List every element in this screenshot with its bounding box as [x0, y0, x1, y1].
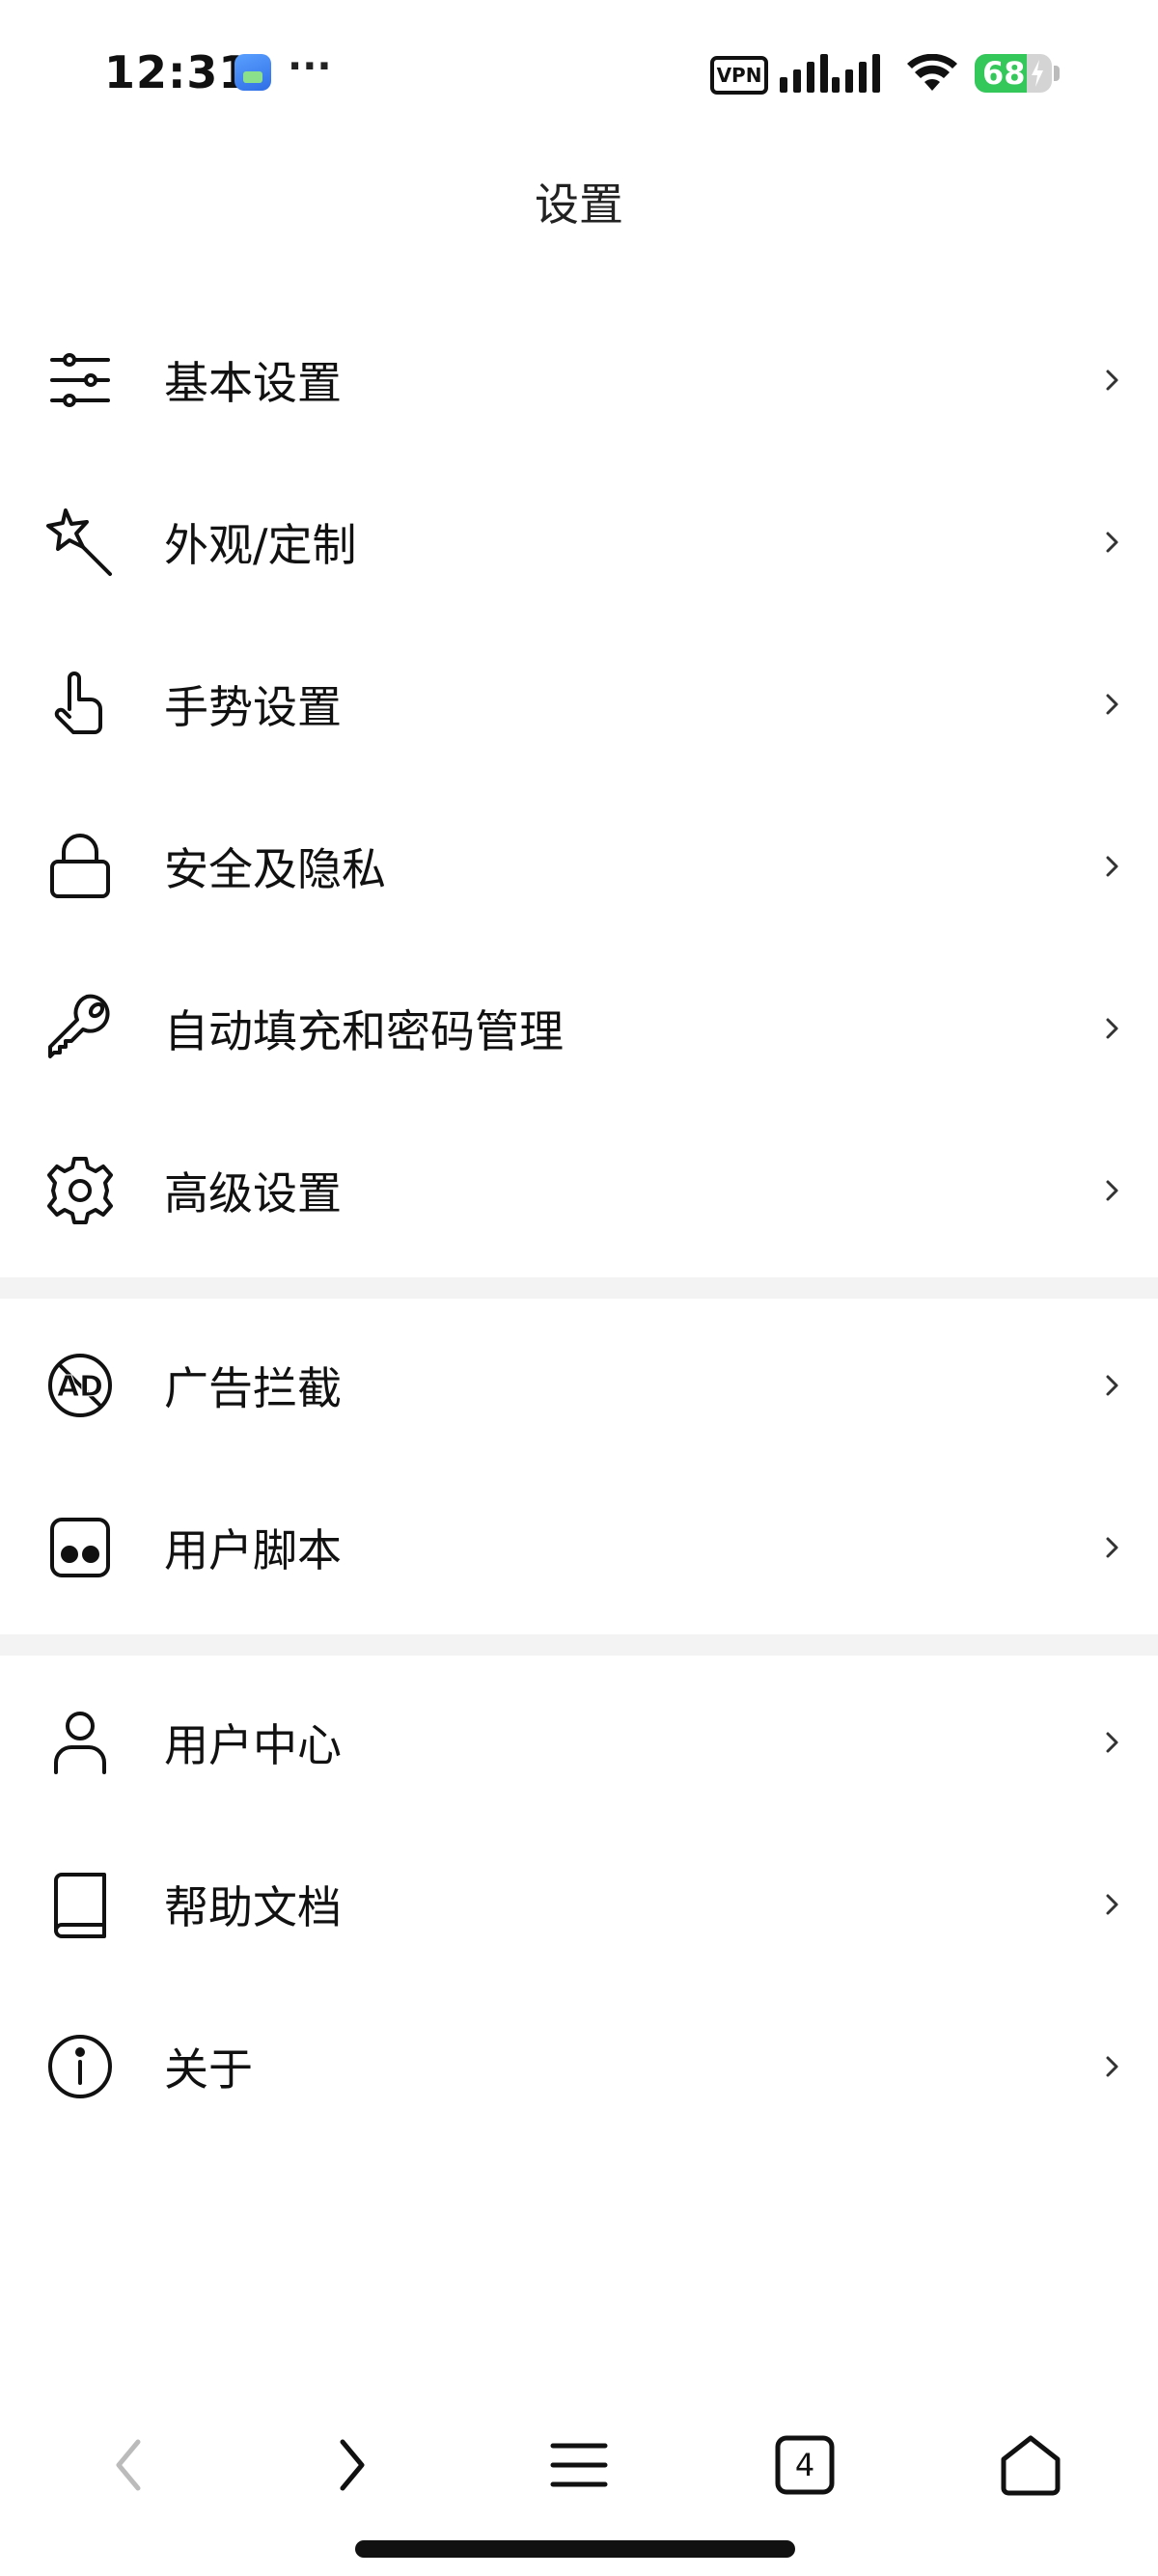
settings-list: 基本设置 外观/定制 手势设置 安全及隐私 自动填充和密码管理 高级设置 AD …	[0, 299, 1158, 2148]
settings-item-userscript[interactable]: 用户脚本	[0, 1466, 1158, 1629]
app-notification-icon	[234, 54, 271, 91]
settings-item-label: 基本设置	[164, 357, 342, 409]
chevron-right-icon	[1106, 1180, 1118, 1201]
chevron-right-icon	[1106, 1732, 1118, 1753]
script-icon	[42, 1510, 118, 1585]
battery-percent: 68	[982, 55, 1026, 92]
chevron-right-icon	[1106, 1537, 1118, 1558]
home-icon	[1001, 2435, 1061, 2496]
settings-item-label: 关于	[164, 2043, 253, 2096]
chevron-right-icon	[1106, 856, 1118, 877]
section-divider	[0, 1277, 1158, 1299]
hand-pointer-icon	[42, 667, 118, 742]
home-indicator[interactable]	[355, 2540, 795, 2558]
key-icon	[42, 991, 118, 1066]
settings-item-label: 自动填充和密码管理	[164, 1005, 564, 1057]
forward-button[interactable]	[299, 2412, 405, 2518]
chevron-right-icon	[1106, 1018, 1118, 1039]
settings-item-about[interactable]: 关于	[0, 1986, 1158, 2148]
settings-item-label: 安全及隐私	[164, 843, 386, 895]
status-bar: 12:31 ··· VPN 68	[0, 0, 1158, 145]
settings-item-appearance[interactable]: 外观/定制	[0, 461, 1158, 623]
tab-count: 4	[794, 2447, 815, 2483]
wifi-icon	[907, 54, 957, 91]
home-button[interactable]	[978, 2412, 1084, 2518]
chevron-right-icon	[1106, 694, 1118, 715]
settings-item-label: 外观/定制	[164, 519, 357, 571]
settings-item-label: 帮助文档	[164, 1881, 342, 1933]
gear-icon	[42, 1153, 118, 1228]
settings-item-label: 用户中心	[164, 1719, 342, 1771]
signal-icon-2	[832, 52, 880, 93]
settings-item-label: 广告拦截	[164, 1362, 342, 1414]
more-notifications-icon: ···	[288, 44, 332, 89]
settings-item-basic[interactable]: 基本设置	[0, 299, 1158, 461]
settings-item-adblock[interactable]: AD 广告拦截	[0, 1304, 1158, 1466]
info-icon	[42, 2029, 118, 2104]
sliders-icon	[42, 343, 118, 418]
signal-icon	[780, 52, 828, 93]
menu-button[interactable]	[526, 2412, 632, 2518]
settings-item-label: 高级设置	[164, 1167, 342, 1219]
user-icon	[42, 1705, 118, 1780]
charging-bolt-icon	[1032, 60, 1043, 87]
settings-item-user-center[interactable]: 用户中心	[0, 1661, 1158, 1823]
chevron-right-icon	[1106, 1894, 1118, 1915]
chevron-right-icon	[340, 2439, 365, 2491]
status-time: 12:31	[104, 46, 251, 98]
ad-block-icon: AD	[42, 1348, 118, 1423]
chevron-left-icon	[116, 2439, 141, 2491]
settings-item-autofill[interactable]: 自动填充和密码管理	[0, 947, 1158, 1110]
svg-text:AD: AD	[57, 1370, 103, 1404]
chevron-right-icon	[1106, 532, 1118, 553]
settings-item-advanced[interactable]: 高级设置	[0, 1110, 1158, 1272]
chevron-right-icon	[1106, 1375, 1118, 1396]
lock-icon	[42, 829, 118, 904]
back-button[interactable]	[75, 2412, 181, 2518]
bottom-toolbar: 4	[0, 2412, 1158, 2518]
vpn-badge: VPN	[710, 56, 768, 95]
settings-item-label: 手势设置	[164, 681, 342, 733]
magic-wand-icon	[42, 505, 118, 580]
battery-icon: 68	[975, 54, 1052, 93]
page-title: 设置	[535, 178, 623, 231]
settings-item-label: 用户脚本	[164, 1524, 342, 1576]
settings-item-security[interactable]: 安全及隐私	[0, 785, 1158, 947]
menu-icon	[550, 2443, 608, 2487]
chevron-right-icon	[1106, 370, 1118, 391]
book-icon	[42, 1867, 118, 1942]
section-divider	[0, 1634, 1158, 1656]
tabs-button[interactable]: 4	[752, 2412, 858, 2518]
settings-item-gestures[interactable]: 手势设置	[0, 623, 1158, 785]
battery-cap	[1054, 66, 1060, 81]
chevron-right-icon	[1106, 2056, 1118, 2077]
settings-item-help[interactable]: 帮助文档	[0, 1823, 1158, 1986]
